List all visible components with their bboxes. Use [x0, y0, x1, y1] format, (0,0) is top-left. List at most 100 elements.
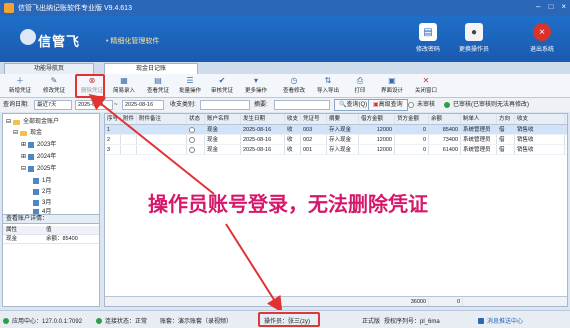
batch-operation-button[interactable]: ☰ 批量操作 — [174, 76, 206, 97]
account-detail-header: 属性 值 — [3, 226, 99, 235]
footer-credit-total: 0 — [429, 297, 463, 306]
header-col-attachment[interactable]: 附件 — [121, 114, 137, 124]
exit-system-button[interactable]: × 退出系统 — [518, 19, 566, 53]
tab-navigation[interactable]: 功能导航页 — [4, 63, 94, 74]
header-col-category[interactable]: 收支 — [515, 114, 565, 124]
view-voucher-button[interactable]: ▤ 查看凭证 — [142, 76, 174, 97]
category-select[interactable] — [200, 100, 250, 110]
header-col-balance[interactable]: 余额 — [429, 114, 461, 124]
tree-month-1[interactable]: 1月 — [33, 176, 51, 186]
table-row[interactable]: 3 现金 2025-08-16 收 001 存入现金 12000 0 61400 系统管理员借销售… — [105, 145, 567, 155]
calendar-icon — [28, 166, 35, 172]
date-range-select[interactable]: 最近7天 — [34, 100, 72, 110]
header-col-voucher-no[interactable]: 凭证号 — [301, 114, 327, 124]
tree-month-2[interactable]: 2月 — [33, 187, 51, 197]
header-col-index[interactable]: 序号 — [105, 114, 121, 124]
header-col-creator[interactable]: 制单人 — [461, 114, 497, 124]
cell-col-date: 2025-08-16 — [241, 135, 285, 144]
advanced-search-button[interactable]: ▣高级查询 — [368, 99, 408, 111]
status-app-center: 应用中心：127.0.0.1:7092 — [3, 316, 82, 325]
title-bar: 信管飞出纳记账软件专业版 V9.4.613 – □ × — [0, 0, 570, 16]
design-icon: ▣ — [388, 76, 396, 85]
import-export-button[interactable]: ⇅ 导入导出 — [312, 76, 344, 97]
tree-month-label: 2月 — [42, 189, 52, 195]
tree-account[interactable]: ⊟ 现金 — [13, 128, 42, 138]
print-button[interactable]: ⎙ 打印 — [344, 76, 376, 97]
header-col-date[interactable]: 发生日期 — [241, 114, 285, 124]
connection-icon — [96, 317, 102, 324]
header-col-direction[interactable]: 方向 — [497, 114, 515, 124]
tree-year-2023[interactable]: ⊞ 2023年 — [21, 140, 56, 150]
cell-col-status — [187, 135, 205, 144]
more-operations-label: 更多操作 — [244, 88, 267, 94]
add-voucher-button[interactable]: ＋ 新增凭证 — [4, 76, 36, 97]
collapse-icon[interactable]: ⊟ — [6, 117, 11, 127]
header-col-status[interactable]: 状态 — [187, 114, 205, 124]
account-detail-row: 现金 余额：85400 — [3, 235, 99, 244]
more-operations-button[interactable]: ▾ 更多操作 — [240, 76, 272, 97]
header-col-attachment-note[interactable]: 附件备注 — [137, 114, 187, 124]
more-icon: ▾ — [253, 76, 258, 85]
user-switch-icon: ● — [465, 23, 483, 41]
close-icon: ✕ — [422, 76, 430, 85]
collapse-icon[interactable]: ⊟ — [13, 128, 18, 138]
close-window-icon[interactable]: × — [561, 2, 566, 11]
summary-input[interactable] — [274, 100, 330, 110]
header-col-credit[interactable]: 贷方金额 — [395, 114, 429, 124]
audit-voucher-button[interactable]: ✔ 审核凭证 — [206, 76, 238, 97]
date-from-input[interactable]: 2025-08-0 — [75, 100, 113, 110]
collapse-icon[interactable]: ⊟ — [21, 164, 26, 174]
table-row[interactable]: 2 现金 2025-08-16 收 002 存入现金 12000 0 73400 系统管理员借销售… — [105, 135, 567, 145]
quick-entry-button[interactable]: ▦ 简易录入 — [108, 76, 140, 97]
detail-header-property: 属性 — [6, 227, 18, 233]
account-detail-grid: 属性 值 现金 余额：85400 — [3, 226, 99, 244]
header-col-type[interactable]: 收支 — [285, 114, 301, 124]
cell-col-voucher-no: 003 — [301, 125, 327, 134]
tree-root[interactable]: ⊟ 全部现金账户 — [6, 117, 59, 127]
view-changes-button[interactable]: ◷ 查看修改 — [278, 76, 310, 97]
edit-voucher-button[interactable]: ✎ 修改凭证 — [38, 76, 70, 97]
interface-design-button[interactable]: ▣ 界面设计 — [376, 76, 408, 97]
date-to-input[interactable]: 2025-08-16 — [122, 100, 164, 110]
detail-header-value: 值 — [46, 227, 52, 233]
change-password-button[interactable]: ▤ 修改密码 — [404, 19, 452, 53]
quick-entry-label: 简易录入 — [112, 88, 135, 94]
edit-voucher-label: 修改凭证 — [42, 88, 65, 94]
header-col-account[interactable]: 账户名称 — [205, 114, 241, 124]
interface-design-label: 界面设计 — [380, 88, 403, 94]
header-col-debit[interactable]: 借方金额 — [359, 114, 395, 124]
exit-icon: × — [533, 23, 551, 41]
cell-col-account: 现金 — [205, 145, 241, 154]
status-ledger: 账套：演示账套（录视频） — [160, 319, 233, 325]
cell-col-attachment-note — [137, 145, 187, 154]
table-row[interactable]: 1 现金 2025-08-16 收 003 存入现金 12000 0 85400 系统管理员借销售… — [105, 125, 567, 135]
cell-col-credit: 0 — [395, 135, 429, 144]
tree-account-label: 现金 — [30, 130, 43, 136]
close-window-button[interactable]: ✕ 关闭窗口 — [410, 76, 442, 97]
status-edition: 正式版 — [362, 319, 381, 325]
switch-operator-label: 更换操作员 — [458, 47, 489, 53]
tab-cash-journal[interactable]: 现金日记账 — [104, 63, 198, 74]
search-button[interactable]: 🔍查询(Q) — [334, 99, 373, 111]
date-label: 查询日期: — [3, 102, 29, 108]
calendar-icon — [33, 178, 39, 184]
cell-col-date: 2025-08-16 — [241, 145, 285, 154]
operator-highlight-box — [258, 312, 320, 327]
import-export-icon: ⇅ — [324, 76, 332, 85]
expand-icon[interactable]: ⊞ — [21, 152, 26, 162]
minimize-icon[interactable]: – — [536, 2, 540, 11]
cell-col-attachment — [121, 135, 137, 144]
message-center-link[interactable]: 消息推送中心 — [478, 316, 523, 325]
maximize-icon[interactable]: □ — [548, 2, 553, 11]
calendar-icon — [28, 142, 35, 148]
quick-entry-icon: ▦ — [120, 76, 128, 85]
batch-operation-label: 批量操作 — [178, 88, 201, 94]
tree-year-2024[interactable]: ⊞ 2024年 — [21, 152, 56, 162]
expand-icon[interactable]: ⊞ — [21, 140, 26, 150]
cell-col-summary: 存入现金 — [327, 135, 359, 144]
switch-operator-button[interactable]: ● 更换操作员 — [450, 19, 498, 53]
status-connection-text: 连接状态：正常 — [105, 319, 148, 325]
header-col-summary[interactable]: 摘要 — [327, 114, 359, 124]
tree-year-2025[interactable]: ⊟ 2025年 — [21, 164, 56, 174]
footer-debit-total: 36000 — [395, 297, 429, 306]
